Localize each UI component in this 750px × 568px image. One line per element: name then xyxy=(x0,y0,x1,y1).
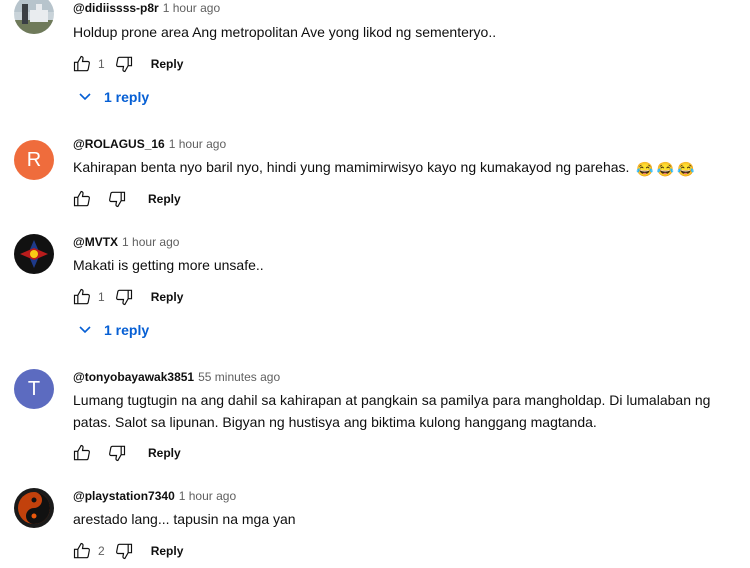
author-name[interactable]: @ROLAGUS_16 xyxy=(73,137,165,151)
chevron-down-icon xyxy=(79,93,91,101)
view-replies-button[interactable]: 1 reply xyxy=(78,322,149,338)
like-count: 2 xyxy=(98,544,105,558)
monument-photo-avatar-icon xyxy=(14,0,54,34)
comment-text: Holdup prone area Ang metropolitan Ave y… xyxy=(73,24,497,40)
laughing-emoji-icon: 😂 xyxy=(636,161,654,177)
comment-text: arestado lang... tapusin na mga yan xyxy=(73,511,296,527)
comment-actions: 1 Reply xyxy=(71,285,183,309)
comment-time[interactable]: 1 hour ago xyxy=(122,235,179,249)
avatar-letter: R xyxy=(26,148,42,171)
comment-time[interactable]: 1 hour ago xyxy=(179,489,236,503)
avatar-letter: T xyxy=(27,377,41,400)
comment-actions: 1 Reply xyxy=(71,52,183,76)
avatar[interactable] xyxy=(14,0,54,34)
comment-header: @ROLAGUS_16 1 hour ago xyxy=(73,137,226,151)
like-icon[interactable] xyxy=(71,540,93,562)
replies-label: 1 reply xyxy=(104,89,150,105)
chevron-down-icon xyxy=(79,326,91,334)
comment-time[interactable]: 55 minutes ago xyxy=(198,370,280,384)
laughing-emoji-icon: 😂 xyxy=(677,161,695,177)
comment-actions: Reply xyxy=(71,441,181,465)
author-name[interactable]: @didiissss-p8r xyxy=(73,1,159,15)
comment-actions: 2 Reply xyxy=(71,539,183,563)
comment-time[interactable]: 1 hour ago xyxy=(169,137,226,151)
comment-header: @didiissss-p8r 1 hour ago xyxy=(73,1,220,15)
like-icon[interactable] xyxy=(71,53,93,75)
comment-time[interactable]: 1 hour ago xyxy=(163,1,220,15)
dislike-icon[interactable] xyxy=(113,53,135,75)
laughing-emoji-icon: 😂 xyxy=(656,161,675,177)
comment-text: Makati is getting more unsafe.. xyxy=(73,257,264,273)
comment-header: @playstation7340 1 hour ago xyxy=(73,489,236,503)
comment-text-body: Kahirapan benta nyo baril nyo, hindi yun… xyxy=(73,159,630,175)
reply-button[interactable]: Reply xyxy=(151,544,184,558)
dislike-icon[interactable] xyxy=(113,540,135,562)
replies-label: 1 reply xyxy=(104,322,150,338)
comment-text: Kahirapan benta nyo baril nyo, hindi yun… xyxy=(73,156,741,180)
flag-emblem-avatar-icon xyxy=(14,234,54,274)
avatar[interactable]: R xyxy=(14,140,54,180)
like-icon[interactable] xyxy=(71,286,93,308)
dislike-icon[interactable] xyxy=(106,442,128,464)
reply-button[interactable]: Reply xyxy=(151,57,184,71)
dislike-icon[interactable] xyxy=(106,188,128,210)
author-name[interactable]: @tonyobayawak3851 xyxy=(73,370,194,384)
like-icon[interactable] xyxy=(71,188,93,210)
reply-button[interactable]: Reply xyxy=(151,290,184,304)
reply-button[interactable]: Reply xyxy=(148,192,181,206)
like-icon[interactable] xyxy=(71,442,93,464)
dislike-icon[interactable] xyxy=(113,286,135,308)
avatar[interactable] xyxy=(14,488,54,528)
like-count: 1 xyxy=(98,290,105,304)
avatar[interactable]: T xyxy=(14,369,54,409)
comment-actions: Reply xyxy=(71,187,181,211)
like-count: 1 xyxy=(98,57,105,71)
avatar[interactable] xyxy=(14,234,54,274)
author-name[interactable]: @playstation7340 xyxy=(73,489,175,503)
comment-text: Lumang tugtugin na ang dahil sa kahirapa… xyxy=(73,392,711,430)
author-name[interactable]: @MVTX xyxy=(73,235,118,249)
reply-button[interactable]: Reply xyxy=(148,446,181,460)
comment-header: @tonyobayawak3851 55 minutes ago xyxy=(73,370,280,384)
comment-header: @MVTX 1 hour ago xyxy=(73,235,179,249)
yin-yang-avatar-icon xyxy=(14,488,54,528)
view-replies-button[interactable]: 1 reply xyxy=(78,89,149,105)
